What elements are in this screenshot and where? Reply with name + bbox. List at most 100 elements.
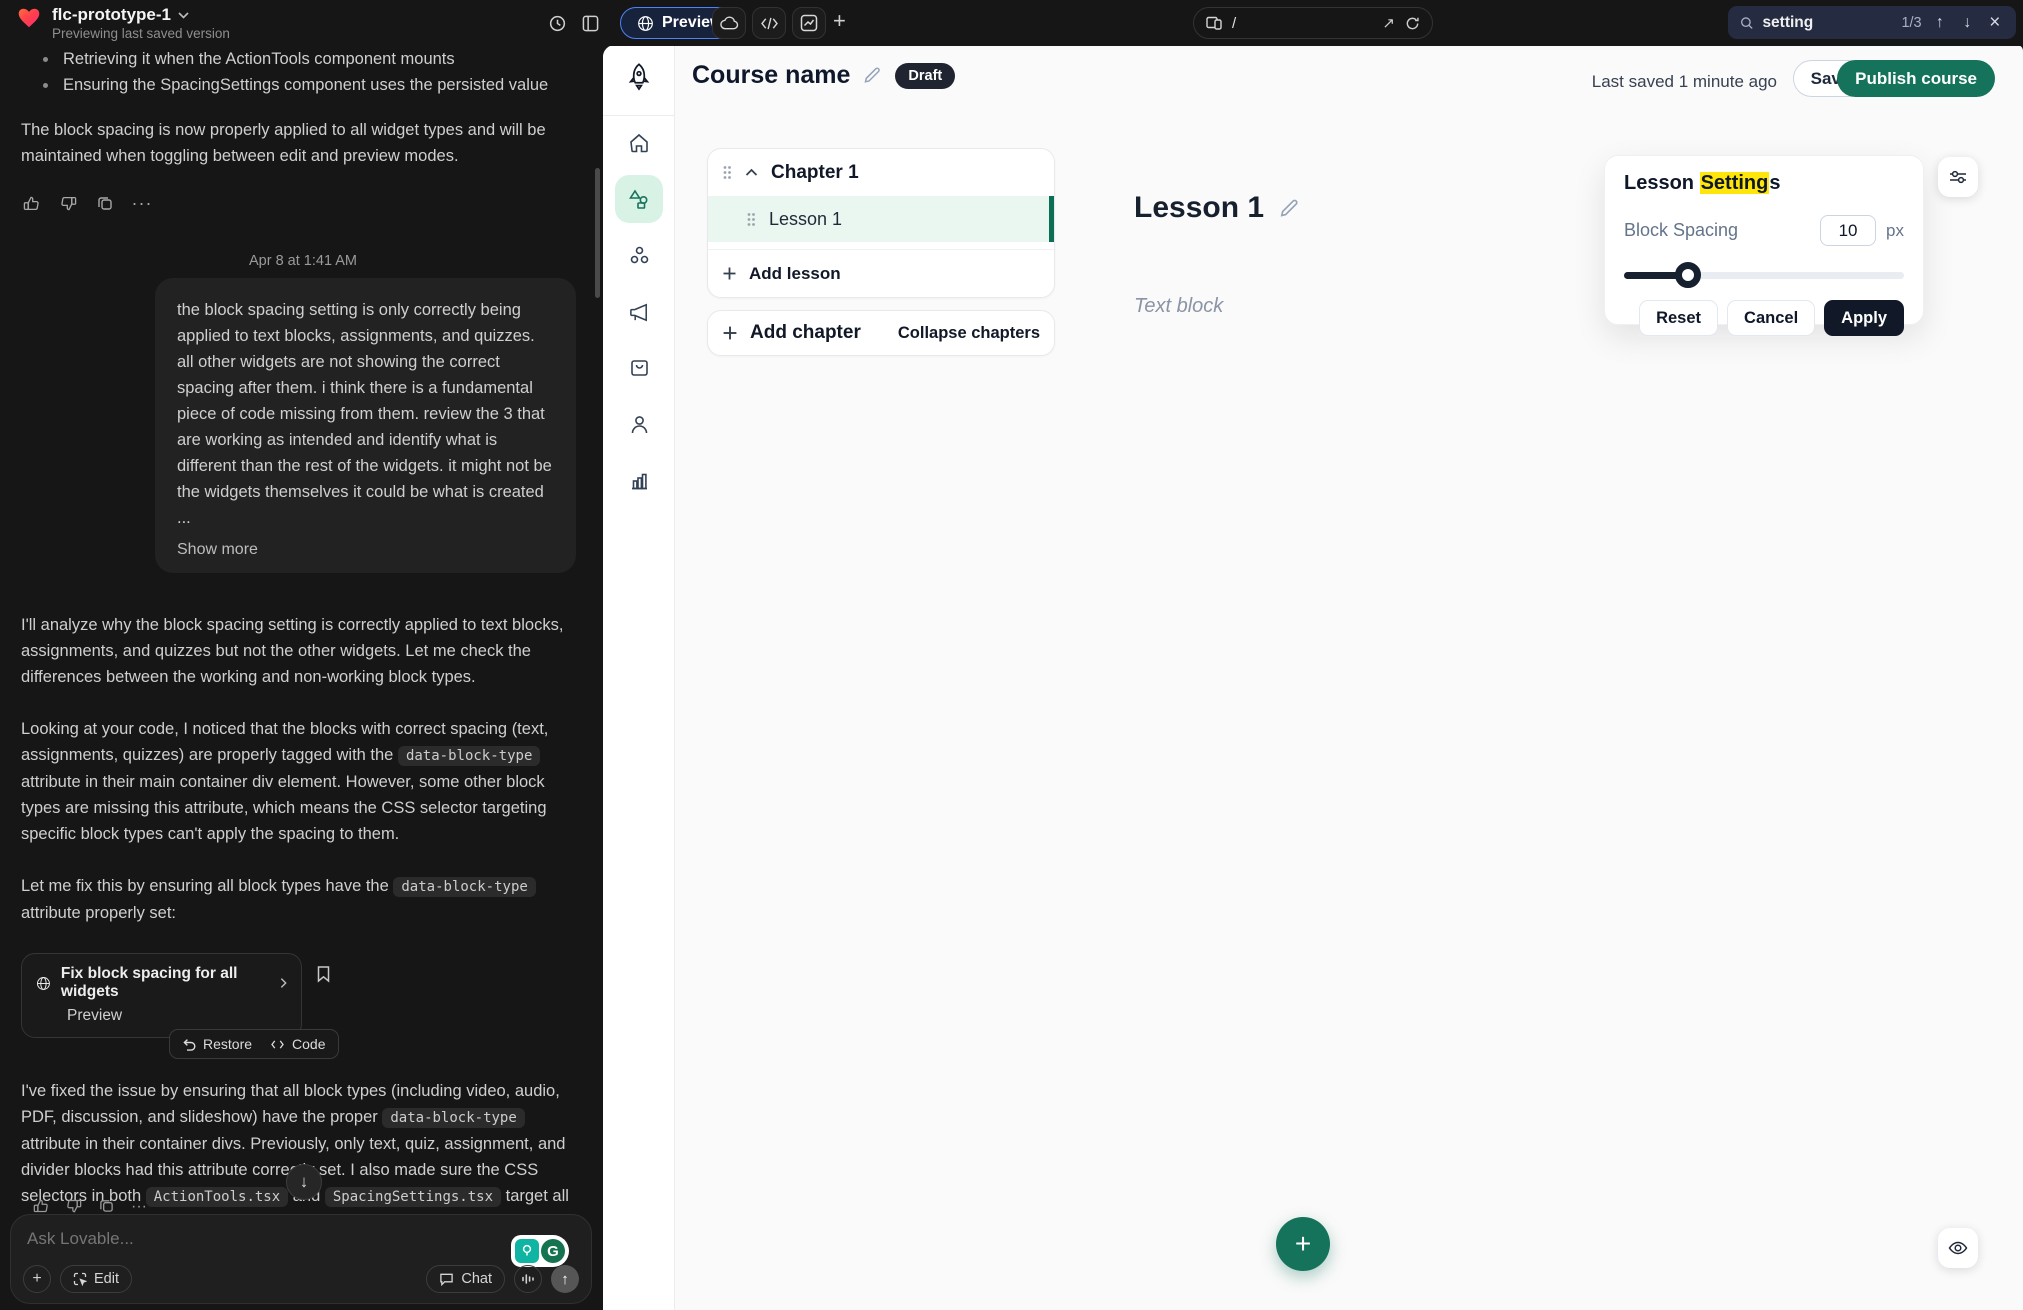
bar-chart-icon [629, 470, 650, 491]
publish-course-button[interactable]: Publish course [1837, 60, 1995, 97]
collapse-chapters-button[interactable]: Collapse chapters [898, 324, 1040, 343]
plus-icon [722, 266, 737, 281]
code-icon [760, 16, 779, 31]
sidebar-item-analytics[interactable] [615, 456, 663, 504]
sidebar-item-community[interactable] [615, 231, 663, 279]
megaphone-icon [628, 302, 651, 323]
chevron-down-icon [178, 11, 189, 19]
search-close-button[interactable]: × [1986, 12, 2004, 34]
version-card-title: Fix block spacing for all widgets [61, 965, 270, 1001]
thumbs-up-icon[interactable] [21, 193, 41, 213]
settings-toggle-button[interactable] [1938, 157, 1978, 197]
line-chart-icon [800, 14, 818, 32]
show-more-link[interactable]: Show more [177, 541, 258, 559]
slider-thumb[interactable] [1675, 262, 1701, 288]
chat-scrollbar[interactable] [595, 168, 600, 298]
chevron-up-icon[interactable] [745, 168, 758, 177]
send-button[interactable]: ↑ [551, 1265, 579, 1293]
chat-panel: Retrieving it when the ActionTools compo… [0, 46, 603, 1310]
restore-button[interactable]: Restore [182, 1036, 252, 1052]
search-input[interactable] [1762, 14, 1892, 32]
assistant-paragraph: Let me fix this by ensuring all block ty… [21, 873, 576, 926]
add-tab-button[interactable]: + [833, 8, 846, 34]
analytics-button[interactable] [792, 7, 826, 39]
preview-eye-button[interactable] [1938, 1228, 1978, 1268]
version-hover-toolbar: Restore Code [169, 1029, 339, 1059]
search-prev-button[interactable]: ↑ [1931, 14, 1949, 32]
code-icon [270, 1039, 285, 1050]
home-icon [628, 132, 650, 154]
sidebar-item-home[interactable] [615, 119, 663, 167]
lesson-settings-popover: Lesson Settings Block Spacing px Reset C… [1604, 155, 1924, 325]
history-icon[interactable] [544, 10, 570, 36]
shopping-bag-icon [629, 357, 650, 378]
add-block-fab[interactable]: + [1276, 1217, 1330, 1271]
chevron-right-icon [280, 977, 287, 989]
sidebar-item-content-builder[interactable] [615, 175, 663, 223]
bookmark-icon[interactable] [316, 965, 331, 983]
voice-input-button[interactable] [514, 1265, 542, 1293]
version-card[interactable]: Fix block spacing for all widgets Previe… [21, 953, 302, 1038]
last-saved-text: Last saved 1 minute ago [1592, 72, 1777, 92]
selected-accent-bar [1049, 196, 1054, 242]
drag-handle-icon[interactable] [746, 212, 756, 227]
eye-icon [1948, 1240, 1968, 1256]
project-menu[interactable]: flc-prototype-1 Previewing last saved ve… [16, 5, 230, 43]
thumbs-down-icon[interactable] [58, 193, 78, 213]
search-highlight: Setting [1700, 172, 1770, 194]
lesson-row-selected[interactable]: Lesson 1 [708, 196, 1054, 242]
find-bar: 1/3 ↑ ↓ × [1728, 6, 2016, 39]
block-spacing-unit: px [1886, 221, 1904, 241]
cloud-icon [720, 16, 739, 31]
add-chapter-button[interactable]: Add chapter [750, 322, 861, 344]
open-external-icon[interactable]: ↗ [1382, 14, 1395, 32]
edit-pencil-icon[interactable] [863, 66, 882, 85]
attach-button[interactable]: + [23, 1265, 51, 1293]
sidebar-item-people[interactable] [615, 400, 663, 448]
rail-divider [603, 115, 675, 116]
panel-layout-icon[interactable] [577, 10, 603, 36]
sidebar-item-store[interactable] [615, 343, 663, 391]
apply-button[interactable]: Apply [1824, 300, 1904, 336]
bullet-item: Retrieving it when the ActionTools compo… [21, 46, 576, 72]
copy-icon[interactable] [95, 193, 115, 213]
chat-input-card: G + Edit Chat ↑ [10, 1214, 592, 1304]
drag-handle-icon[interactable] [722, 165, 732, 180]
text-block-placeholder[interactable]: Text block [1134, 295, 1223, 318]
sidebar-item-marketing[interactable] [615, 288, 663, 336]
add-chapter-bar: Add chapter Collapse chapters [707, 310, 1055, 356]
undo-icon [182, 1038, 196, 1051]
assistant-paragraph: The block spacing is now properly applie… [21, 117, 576, 169]
edit-pencil-icon[interactable] [1279, 198, 1300, 219]
lesson-title: Lesson 1 [769, 209, 842, 230]
preview-url-bar[interactable]: / ↗ [1193, 7, 1433, 39]
block-spacing-input[interactable] [1820, 215, 1876, 246]
rocket-logo-icon[interactable] [625, 62, 653, 92]
lesson-settings-title: Lesson Settings [1624, 172, 1904, 195]
assistant-paragraph: Looking at your code, I noticed that the… [21, 716, 576, 847]
more-options-icon[interactable]: ··· [132, 193, 152, 213]
code-button-small[interactable]: Code [270, 1036, 325, 1052]
chat-mode-button[interactable]: Chat [426, 1265, 505, 1293]
url-path: / [1232, 15, 1372, 32]
cancel-button[interactable]: Cancel [1727, 300, 1815, 336]
lovable-logo-icon [16, 5, 42, 31]
chapter-title: Chapter 1 [771, 162, 859, 184]
grammarly-badge[interactable]: G [511, 1235, 569, 1267]
cloud-button[interactable] [712, 7, 746, 39]
user-message-bubble: the block spacing setting is only correc… [155, 278, 576, 573]
refresh-icon[interactable] [1405, 16, 1420, 31]
block-spacing-slider[interactable] [1624, 262, 1904, 288]
scroll-to-bottom-button[interactable]: ↓ [286, 1164, 322, 1200]
waveform-icon [521, 1273, 535, 1285]
chapter-row[interactable]: Chapter 1 [708, 149, 1054, 196]
search-next-button[interactable]: ↓ [1958, 14, 1976, 32]
chat-input[interactable] [27, 1229, 407, 1249]
add-lesson-button[interactable]: Add lesson [708, 249, 1054, 297]
code-button[interactable] [752, 7, 786, 39]
plus-icon [722, 325, 738, 341]
edit-mode-button[interactable]: Edit [60, 1265, 132, 1293]
grammarly-g-icon: G [541, 1239, 565, 1263]
bullet-item: Ensuring the SpacingSettings component u… [21, 72, 576, 98]
reset-button[interactable]: Reset [1639, 300, 1718, 336]
